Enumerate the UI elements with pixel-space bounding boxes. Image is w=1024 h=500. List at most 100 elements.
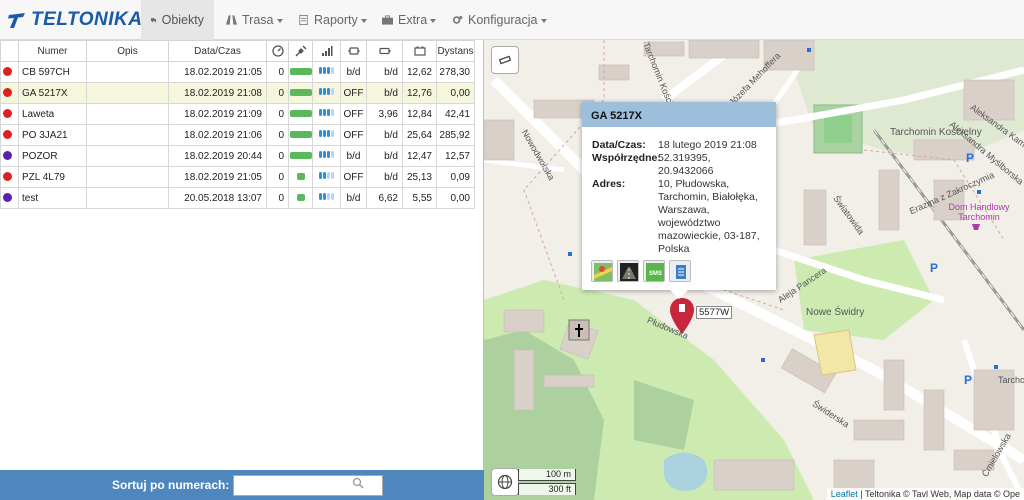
col-speed-header[interactable] — [266, 40, 289, 62]
gears-icon — [452, 16, 463, 24]
gps-cell — [288, 61, 313, 83]
table-row[interactable]: Laweta 18.02.2019 21:09 0 OFF 3,96 12,84 42,41 — [0, 103, 475, 125]
chevron-down-icon — [430, 19, 437, 23]
status-cell — [0, 82, 19, 104]
distance-cell: 12,57 — [436, 145, 475, 167]
gsm-cell — [312, 145, 341, 167]
table-header-row: Numer Opis Data/Czas Dystans — [0, 40, 475, 62]
nav-raporty[interactable]: Raporty — [288, 0, 377, 40]
gps-cell — [288, 145, 313, 167]
gsm-signal-indicator — [318, 108, 335, 119]
datetime-cell: 18.02.2019 21:05 — [168, 166, 267, 188]
battery-cell: b/d — [366, 61, 403, 83]
brand-name: TELTONIKA — [31, 9, 143, 30]
gps-cell — [288, 187, 313, 209]
col-gsm-header[interactable] — [312, 40, 341, 62]
satellite-icon — [294, 45, 307, 57]
eraser-icon — [499, 55, 511, 65]
numer-cell[interactable]: GA 5217X — [18, 82, 87, 104]
popup-title: GA 5217X — [582, 102, 776, 127]
status-dot — [3, 88, 12, 97]
speed-cell: 0 — [266, 82, 289, 104]
gsm-signal-indicator — [318, 66, 335, 77]
datetime-cell: 18.02.2019 20:44 — [168, 145, 267, 167]
svg-text:P: P — [930, 261, 938, 275]
nav-trasa[interactable]: Trasa — [216, 0, 293, 40]
search-icon[interactable] — [352, 477, 364, 489]
leaflet-link[interactable]: Leaflet — [831, 489, 858, 499]
distance-cell: 42,41 — [436, 103, 475, 125]
map-attribution: Leaflet | Teltonika © Tavl Web, Map data… — [826, 488, 1024, 500]
speed-cell: 0 — [266, 187, 289, 209]
table-row[interactable]: PZL 4L79 18.02.2019 21:05 0 OFF b/d 25,13 0,09 — [0, 166, 475, 188]
sms-button[interactable]: SMS — [643, 260, 665, 282]
popup-value: 18 lutego 2019 21:08 — [658, 139, 757, 151]
street-view-button[interactable] — [617, 260, 639, 282]
gsm-cell — [312, 124, 341, 146]
car-battery-icon — [413, 46, 426, 56]
popup-key: Współrzędne: — [592, 152, 661, 164]
col-gps-header[interactable] — [288, 40, 313, 62]
datetime-cell: 18.02.2019 21:08 — [168, 82, 267, 104]
google-maps-button[interactable] — [591, 260, 613, 282]
map-globe-button[interactable] — [491, 468, 519, 496]
nav-extra[interactable]: Extra — [372, 0, 446, 40]
map-layers-button[interactable] — [491, 46, 519, 74]
gsm-signal-indicator — [318, 150, 335, 161]
power-cell: 12,84 — [402, 103, 437, 125]
numer-cell[interactable]: CB 597CH — [18, 61, 87, 83]
opis-cell — [86, 103, 169, 125]
popup-key: Data/Czas: — [592, 139, 646, 151]
gsm-cell — [312, 187, 341, 209]
map-view[interactable]: P P P Tarchomin Kościelny Dom Handlowy T… — [484, 40, 1024, 500]
status-cell — [0, 61, 19, 83]
battery-cell: 6,62 — [366, 187, 403, 209]
col-data-header[interactable]: Data/Czas — [168, 40, 267, 62]
top-navbar: TELTONIKA Obiekty Trasa Raporty Extra Ko… — [0, 0, 1024, 40]
col-dystans-header[interactable]: Dystans — [436, 40, 475, 62]
numer-cell[interactable]: test — [18, 187, 87, 209]
table-row[interactable]: GA 5217X 18.02.2019 21:08 0 OFF b/d 12,76 0,00 — [0, 82, 475, 104]
numer-cell[interactable]: PO 3JA21 — [18, 124, 87, 146]
vehicles-panel: Numer Opis Data/Czas Dystans CB 597CH 18.… — [0, 40, 484, 500]
col-battery-header[interactable] — [366, 40, 403, 62]
numer-cell[interactable]: POZOR — [18, 145, 87, 167]
opis-cell — [86, 82, 169, 104]
nav-konfiguracja[interactable]: Konfiguracja — [442, 0, 557, 40]
globe-icon — [497, 474, 513, 490]
popup-actions: SMS — [591, 260, 691, 282]
sort-bar: Sortuj po numerach: — [0, 470, 484, 500]
gsm-signal-icon — [321, 46, 332, 56]
power-cell: 12,47 — [402, 145, 437, 167]
teltonika-logo[interactable]: TELTONIKA — [6, 9, 142, 31]
col-numer-header[interactable]: Numer — [18, 40, 87, 62]
gps-bar — [289, 110, 312, 118]
opis-cell — [86, 124, 169, 146]
table-row[interactable]: CB 597CH 18.02.2019 21:05 0 b/d b/d 12,62 278,… — [0, 61, 475, 83]
table-row[interactable]: POZOR 18.02.2019 20:44 0 b/d b/d 12,47 12,57 — [0, 145, 475, 167]
status-cell — [0, 124, 19, 146]
teltonika-logo-mark — [8, 13, 25, 28]
truck-icon — [151, 18, 157, 23]
gps-bar — [296, 194, 305, 202]
col-opis-header[interactable]: Opis — [86, 40, 169, 62]
table-row[interactable]: PO 3JA21 18.02.2019 21:06 0 OFF b/d 25,64 285,… — [0, 124, 475, 146]
table-row[interactable]: test 20.05.2018 13:07 0 b/d 6,62 5,55 0,00 — [0, 187, 475, 209]
numer-cell[interactable]: Laweta — [18, 103, 87, 125]
speed-cell: 0 — [266, 61, 289, 83]
speed-cell: 0 — [266, 103, 289, 125]
nav-label: Konfiguracja — [468, 13, 538, 27]
status-dot — [3, 67, 12, 76]
scale-metric: 100 m — [518, 469, 576, 481]
speed-cell: 0 — [266, 166, 289, 188]
popup-tip — [669, 289, 689, 299]
power-cell: 12,76 — [402, 82, 437, 104]
distance-cell: 0,00 — [436, 187, 475, 209]
nav-obiekty[interactable]: Obiekty — [141, 0, 214, 40]
col-ignition-header[interactable] — [340, 40, 367, 62]
power-cell: 5,55 — [402, 187, 437, 209]
col-power-header[interactable] — [402, 40, 437, 62]
report-button[interactable] — [669, 260, 691, 282]
numer-cell[interactable]: PZL 4L79 — [18, 166, 87, 188]
scale-imperial: 300 ft — [518, 483, 576, 495]
